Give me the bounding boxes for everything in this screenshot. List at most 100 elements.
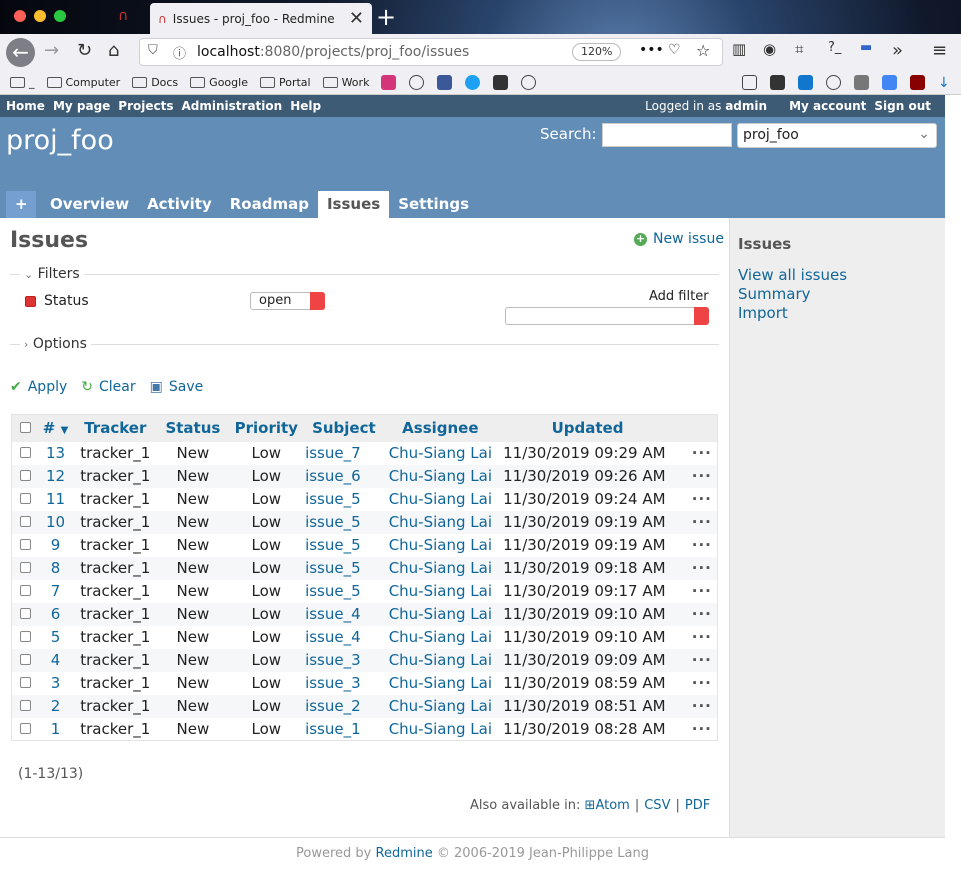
- row-checkbox[interactable]: [19, 539, 31, 550]
- issue-subject-link[interactable]: issue_6: [305, 467, 361, 485]
- table-row[interactable]: 4 tracker_1 New Low issue_3 Chu-Siang Lai 11/3…: [11, 648, 718, 672]
- close-window-button[interactable]: [14, 10, 26, 22]
- issue-assignee-link[interactable]: Chu-Siang Lai: [389, 444, 492, 462]
- bookmark-folder-portal[interactable]: Portal: [259, 76, 311, 89]
- row-checkbox[interactable]: [19, 654, 31, 665]
- row-checkbox[interactable]: [19, 516, 31, 527]
- issue-assignee-link[interactable]: Chu-Siang Lai: [389, 605, 492, 623]
- add-filter-select[interactable]: [505, 307, 709, 325]
- issue-id-link[interactable]: 11: [46, 490, 65, 508]
- row-checkbox[interactable]: [19, 722, 31, 734]
- row-actions-icon[interactable]: ···: [686, 628, 712, 646]
- info-extension-icon[interactable]: [826, 74, 841, 90]
- sidebar-summary[interactable]: Summary: [738, 285, 811, 303]
- table-row[interactable]: 2 tracker_1 New Low issue_2 Chu-Siang Lai 11/3…: [11, 694, 718, 718]
- reload-icon[interactable]: ↻: [77, 40, 92, 61]
- issue-subject-link[interactable]: issue_5: [305, 536, 361, 554]
- top-menu-my-page[interactable]: My page: [53, 99, 110, 113]
- globe-icon[interactable]: [409, 74, 425, 90]
- issue-id-link[interactable]: 1: [51, 720, 61, 738]
- reader-view-icon[interactable]: ▥: [732, 40, 746, 58]
- options-toggle[interactable]: › Options: [20, 336, 91, 352]
- new-issue-link[interactable]: + New issue: [634, 231, 724, 247]
- shield-icon[interactable]: ⛉: [148, 43, 158, 58]
- row-actions-icon[interactable]: ···: [686, 444, 712, 462]
- sidebar-view-all-issues[interactable]: View all issues: [738, 266, 847, 284]
- zoom-indicator[interactable]: 120%: [572, 43, 622, 61]
- issue-subject-link[interactable]: issue_3: [305, 674, 361, 692]
- row-actions-icon[interactable]: ···: [686, 674, 712, 692]
- account-icon[interactable]: ◉: [763, 40, 776, 58]
- close-tab-icon[interactable]: ✕: [349, 8, 364, 29]
- instagram-icon[interactable]: [381, 74, 397, 90]
- back-icon[interactable]: ←: [6, 38, 35, 67]
- tab-overview[interactable]: Overview: [41, 191, 138, 218]
- column-header-id[interactable]: # ▼: [38, 414, 73, 442]
- table-row[interactable]: 10 tracker_1 New Low issue_5 Chu-Siang Lai 11/…: [11, 510, 718, 534]
- row-checkbox[interactable]: [19, 677, 31, 688]
- forward-icon[interactable]: →: [44, 40, 59, 61]
- bookmark-folder-google[interactable]: Google: [190, 76, 248, 89]
- table-row[interactable]: 8 tracker_1 New Low issue_5 Chu-Siang Lai 11/3…: [11, 556, 718, 580]
- grid-icon[interactable]: [770, 74, 785, 90]
- issue-assignee-link[interactable]: Chu-Siang Lai: [389, 536, 492, 554]
- tab-roadmap[interactable]: Roadmap: [221, 191, 318, 218]
- column-header-priority[interactable]: Priority: [227, 414, 306, 442]
- new-tab-icon[interactable]: +: [376, 3, 396, 31]
- project-jump-select[interactable]: proj_foo ⌄: [737, 123, 937, 148]
- column-header-updated[interactable]: Updated: [498, 414, 718, 442]
- issue-id-link[interactable]: 7: [51, 582, 61, 600]
- bookmark-folder-computer[interactable]: Computer: [46, 76, 120, 89]
- issue-id-link[interactable]: 13: [46, 444, 65, 462]
- minimize-window-button[interactable]: [34, 10, 46, 22]
- status-operator-select[interactable]: open: [250, 292, 325, 310]
- row-actions-icon[interactable]: ···: [686, 651, 712, 669]
- row-actions-icon[interactable]: ···: [686, 536, 712, 554]
- user-link[interactable]: admin: [725, 99, 767, 113]
- issue-assignee-link[interactable]: Chu-Siang Lai: [389, 674, 492, 692]
- row-actions-icon[interactable]: ···: [686, 582, 712, 600]
- issue-id-link[interactable]: 8: [51, 559, 61, 577]
- column-header-tracker[interactable]: Tracker: [72, 414, 159, 442]
- vpn-icon[interactable]: [798, 74, 813, 90]
- clear-button[interactable]: ↻ Clear: [81, 379, 135, 395]
- facebook-icon[interactable]: [437, 74, 453, 90]
- table-row[interactable]: 12 tracker_1 New Low issue_6 Chu-Siang Lai 11/…: [11, 464, 718, 488]
- sidebar-import[interactable]: Import: [738, 304, 788, 322]
- info-icon[interactable]: ⓘ: [173, 43, 186, 62]
- table-row[interactable]: 11 tracker_1 New Low issue_5 Chu-Siang Lai 11/…: [12, 488, 718, 511]
- issue-assignee-link[interactable]: Chu-Siang Lai: [389, 582, 492, 600]
- top-menu-administration[interactable]: Administration: [182, 99, 283, 113]
- issue-id-link[interactable]: 12: [46, 467, 65, 485]
- extension-home-icon[interactable]: [742, 74, 757, 90]
- twitter-icon[interactable]: [465, 74, 481, 90]
- issue-subject-link[interactable]: issue_4: [305, 628, 361, 646]
- home-icon[interactable]: ⌂: [108, 40, 119, 61]
- table-row[interactable]: 9 tracker_1 New Low issue_5 Chu-Siang Lai 11/3…: [12, 534, 718, 557]
- bookmark-folder-0[interactable]: _: [10, 76, 35, 89]
- issue-id-link[interactable]: 2: [51, 697, 61, 715]
- issue-id-link[interactable]: 6: [51, 605, 61, 623]
- overflow-icon[interactable]: »: [892, 40, 903, 61]
- tab-activity[interactable]: Activity: [138, 191, 221, 218]
- filters-toggle[interactable]: ⌄ Filters: [20, 266, 84, 282]
- tab-settings[interactable]: Settings: [389, 191, 478, 218]
- issue-id-link[interactable]: 10: [46, 513, 65, 531]
- redmine-pinned-tab-icon[interactable]: ∩: [118, 8, 128, 24]
- issue-assignee-link[interactable]: Chu-Siang Lai: [389, 513, 492, 531]
- issue-assignee-link[interactable]: Chu-Siang Lai: [389, 467, 492, 485]
- issue-subject-link[interactable]: issue_2: [305, 697, 361, 715]
- issue-assignee-link[interactable]: Chu-Siang Lai: [389, 559, 492, 577]
- page-actions-icon[interactable]: •••: [639, 42, 664, 58]
- pocket-icon[interactable]: ♡: [668, 42, 681, 58]
- issue-assignee-link[interactable]: Chu-Siang Lai: [389, 697, 492, 715]
- row-actions-icon[interactable]: ···: [686, 605, 712, 623]
- terminal-icon[interactable]: [493, 74, 509, 90]
- issue-assignee-link[interactable]: Chu-Siang Lai: [389, 628, 492, 646]
- issue-subject-link[interactable]: issue_3: [305, 651, 361, 669]
- redmine-link[interactable]: Redmine: [376, 846, 433, 861]
- extension-question-icon[interactable]: ?_: [828, 40, 841, 55]
- top-menu-help[interactable]: Help: [290, 99, 321, 113]
- row-checkbox[interactable]: [19, 447, 31, 458]
- search-input[interactable]: [602, 123, 732, 147]
